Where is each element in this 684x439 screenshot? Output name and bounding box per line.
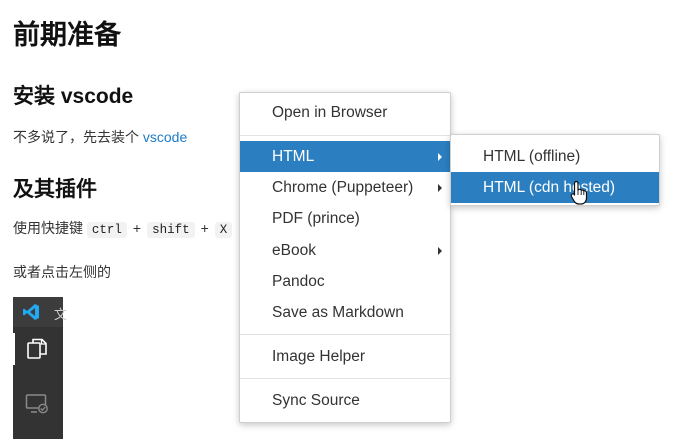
vscode-title-text: 文 xyxy=(54,307,68,322)
paragraph-install-text: 不多说了，先去装个 xyxy=(13,129,139,145)
menu-separator xyxy=(240,135,450,136)
key-shift: shift xyxy=(147,222,195,238)
active-indicator xyxy=(13,333,15,365)
plus-sign: + xyxy=(200,220,209,236)
menu-item-label: eBook xyxy=(272,242,316,259)
paragraph-click-left: 或者点击左侧的 xyxy=(13,264,111,280)
submenu-item-html-cdn-hosted[interactable]: HTML (cdn hosted) xyxy=(451,172,659,203)
shortcut-prefix: 使用快捷键 xyxy=(13,220,83,236)
menu-item-label: Save as Markdown xyxy=(272,304,404,321)
submenu-arrow-icon xyxy=(438,247,442,255)
paragraph-shortcut: 使用快捷键 ctrl + shift + X xyxy=(13,218,233,238)
menu-item-chrome-puppeteer[interactable]: Chrome (Puppeteer) xyxy=(240,172,450,203)
menu-separator xyxy=(240,378,450,379)
menu-item-label: Sync Source xyxy=(272,392,360,409)
remote-explorer-icon[interactable] xyxy=(24,391,50,417)
menu-separator xyxy=(240,334,450,335)
menu-item-ebook[interactable]: eBook xyxy=(240,235,450,266)
menu-item-label: PDF (prince) xyxy=(272,210,360,227)
section-heading-plugins: 及其插件 xyxy=(13,178,97,201)
menu-item-image-helper[interactable]: Image Helper xyxy=(240,341,450,372)
menu-item-label: HTML xyxy=(272,148,315,165)
vscode-activity-bar-image: 文 xyxy=(13,297,67,439)
explorer-files-icon[interactable] xyxy=(25,337,49,361)
submenu-item-label: HTML (cdn hosted) xyxy=(483,179,616,196)
menu-item-label: Open in Browser xyxy=(272,104,388,121)
page-title: 前期准备 xyxy=(13,20,121,50)
menu-item-label: Pandoc xyxy=(272,273,325,290)
vscode-link[interactable]: vscode xyxy=(143,129,187,145)
menu-item-pandoc[interactable]: Pandoc xyxy=(240,266,450,297)
menu-item-label: Image Helper xyxy=(272,348,366,365)
menu-item-html[interactable]: HTML xyxy=(240,141,450,172)
menu-item-sync-source[interactable]: Sync Source xyxy=(240,385,450,416)
plus-sign: + xyxy=(132,220,142,236)
context-menu: Open in Browser HTML Chrome (Puppeteer) … xyxy=(239,92,451,423)
menu-item-pdf-prince[interactable]: PDF (prince) xyxy=(240,203,450,234)
submenu-item-html-offline[interactable]: HTML (offline) xyxy=(451,141,659,172)
menu-item-save-as-markdown[interactable]: Save as Markdown xyxy=(240,297,450,328)
vscode-logo-icon xyxy=(23,304,39,320)
html-submenu: HTML (offline) HTML (cdn hosted) xyxy=(450,134,660,206)
submenu-item-label: HTML (offline) xyxy=(483,148,581,165)
key-x: X xyxy=(214,222,233,238)
vscode-titlebar: 文 xyxy=(13,297,67,327)
menu-item-open-in-browser[interactable]: Open in Browser xyxy=(240,97,450,128)
key-ctrl: ctrl xyxy=(86,222,127,238)
submenu-arrow-icon xyxy=(438,153,442,161)
submenu-arrow-icon xyxy=(438,184,442,192)
menu-item-label: Chrome (Puppeteer) xyxy=(272,179,414,196)
paragraph-install: 不多说了，先去装个 vscode xyxy=(13,127,187,147)
section-heading-install: 安装 vscode xyxy=(13,85,134,108)
hand-cursor-icon xyxy=(570,180,588,205)
